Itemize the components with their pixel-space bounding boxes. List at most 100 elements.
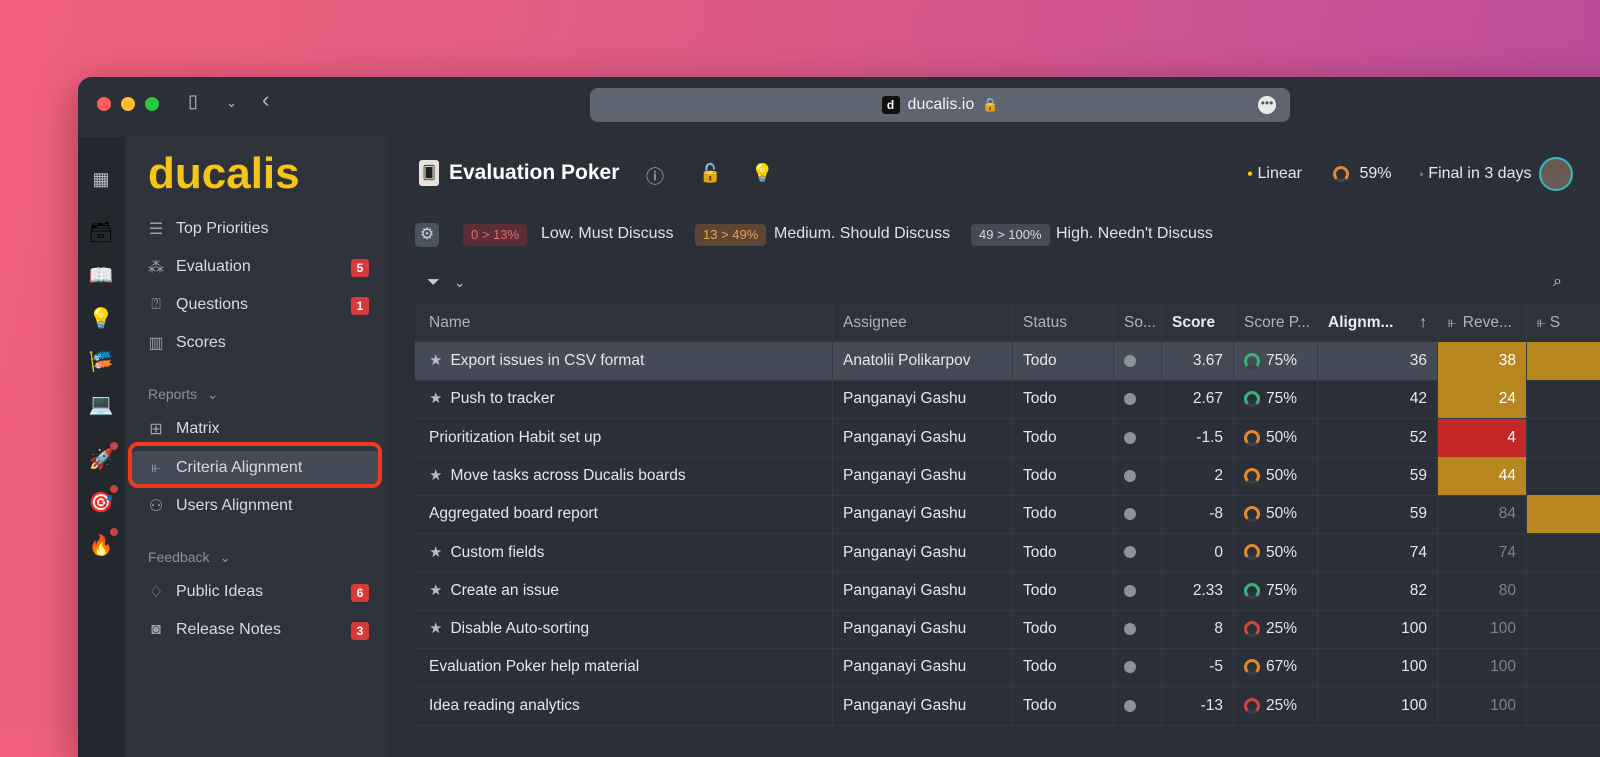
sidebar-toggle-icon[interactable]: ▯: [188, 91, 198, 112]
name-cell[interactable]: ★ Export issues in CSV format: [415, 342, 833, 380]
status-cell[interactable]: Todo: [1013, 571, 1114, 610]
revenue-cell[interactable]: 100: [1438, 686, 1527, 725]
close-window-button[interactable]: [97, 97, 111, 111]
column-header-status[interactable]: Status: [1013, 304, 1114, 342]
name-cell[interactable]: Evaluation Poker help material: [415, 648, 833, 687]
table-row[interactable]: Evaluation Poker help material Panganayi …: [415, 648, 1600, 688]
table-row[interactable]: Prioritization Habit set up Panganayi Gas…: [415, 418, 1600, 458]
name-cell[interactable]: Idea reading analytics: [415, 686, 833, 725]
assignee-cell[interactable]: Panganayi Gashu: [833, 571, 1013, 610]
grid-icon[interactable]: ▦: [86, 164, 116, 194]
assignee-cell[interactable]: Panganayi Gashu: [833, 418, 1013, 457]
sidebar-item-users-alignment[interactable]: ⚇ Users Alignment: [125, 489, 387, 523]
table-row[interactable]: Aggregated board report Panganayi Gashu To…: [415, 495, 1600, 535]
assignee-cell[interactable]: Panganayi Gashu: [833, 495, 1013, 534]
status-cell[interactable]: Todo: [1013, 342, 1114, 380]
assignee-cell[interactable]: Panganayi Gashu: [833, 380, 1013, 419]
revenue-cell[interactable]: 44: [1438, 456, 1527, 495]
name-cell[interactable]: Prioritization Habit set up: [415, 418, 833, 457]
extra-criteria-cell[interactable]: [1527, 534, 1600, 572]
filter-button[interactable]: ⏷ ⌄: [427, 274, 465, 292]
flag-board-icon[interactable]: 🎏: [86, 346, 116, 376]
gear-icon[interactable]: ⚙: [415, 223, 439, 247]
address-bar[interactable]: d ducalis.io 🔒 •••: [590, 88, 1290, 122]
table-row[interactable]: ★ Push to tracker Panganayi Gashu Todo 2.67 7…: [415, 380, 1600, 420]
book-icon[interactable]: 📖: [86, 260, 116, 290]
extra-criteria-cell[interactable]: [1527, 457, 1600, 495]
fire-icon[interactable]: 🔥: [86, 528, 118, 560]
chevron-down-icon[interactable]: ⌄: [226, 95, 237, 111]
maximize-window-button[interactable]: [145, 97, 159, 111]
revenue-cell[interactable]: 80: [1438, 571, 1527, 610]
name-cell[interactable]: Aggregated board report: [415, 495, 833, 534]
revenue-cell[interactable]: 24: [1438, 380, 1527, 419]
extra-criteria-cell[interactable]: [1527, 495, 1600, 534]
lightbulb-icon[interactable]: 💡: [751, 163, 773, 184]
sidebar-item-evaluation[interactable]: ⁂ Evaluation 5: [125, 250, 387, 284]
revenue-cell[interactable]: 38: [1438, 342, 1527, 380]
star-icon[interactable]: ★: [429, 352, 442, 369]
name-cell[interactable]: ★ Move tasks across Ducalis boards: [415, 456, 833, 495]
star-icon[interactable]: ★: [429, 390, 442, 407]
table-row[interactable]: ★ Export issues in CSV format Anatolii Pol…: [415, 342, 1600, 381]
sidebar-item-matrix[interactable]: ⊞ Matrix: [125, 412, 387, 446]
back-icon[interactable]: ‹: [262, 87, 269, 113]
star-icon[interactable]: ★: [429, 544, 442, 561]
revenue-cell[interactable]: 74: [1438, 533, 1527, 572]
table-row[interactable]: ★ Disable Auto-sorting Panganayi Gashu Todo…: [415, 610, 1600, 650]
name-cell[interactable]: ★ Create an issue: [415, 571, 833, 610]
revenue-cell[interactable]: 84: [1438, 495, 1527, 534]
revenue-cell[interactable]: 100: [1438, 610, 1527, 649]
table-row[interactable]: ★ Move tasks across Ducalis boards Pangana…: [415, 456, 1600, 496]
column-header-score[interactable]: Score: [1162, 304, 1234, 342]
rocket-icon[interactable]: 🚀: [86, 442, 118, 474]
feedback-section-toggle[interactable]: Feedback ⌄: [148, 549, 231, 566]
table-row[interactable]: ★ Create an issue Panganayi Gashu Todo 2.33 7…: [415, 571, 1600, 611]
sidebar-item-public-ideas[interactable]: ♢ Public Ideas 6: [125, 575, 387, 609]
assignee-cell[interactable]: Panganayi Gashu: [833, 648, 1013, 687]
assignee-cell[interactable]: Anatolii Polikarpov: [833, 342, 1013, 380]
reports-section-toggle[interactable]: Reports ⌄: [148, 386, 219, 403]
sidebar-item-questions[interactable]: ⍰ Questions 1: [125, 288, 387, 322]
bulb-board-icon[interactable]: 💡: [86, 303, 116, 333]
search-icon[interactable]: ⌕: [1553, 273, 1562, 291]
status-cell[interactable]: Todo: [1013, 456, 1114, 495]
column-header-source[interactable]: So...: [1114, 304, 1162, 342]
column-header-assignee[interactable]: Assignee: [833, 304, 1013, 342]
minimize-window-button[interactable]: [121, 97, 135, 111]
extra-criteria-cell[interactable]: [1527, 687, 1600, 725]
revenue-cell[interactable]: 100: [1438, 648, 1527, 687]
sidebar-item-release-notes[interactable]: ◙ Release Notes 3: [125, 613, 387, 647]
column-header-name[interactable]: Name: [415, 304, 833, 342]
star-icon[interactable]: ★: [429, 467, 442, 484]
name-cell[interactable]: ★ Custom fields: [415, 533, 833, 572]
sidebar-item-top-priorities[interactable]: ☰ Top Priorities: [125, 212, 387, 246]
extra-criteria-cell[interactable]: [1527, 380, 1600, 418]
assignee-cell[interactable]: Panganayi Gashu: [833, 533, 1013, 572]
assignee-cell[interactable]: Panganayi Gashu: [833, 686, 1013, 725]
table-row[interactable]: Idea reading analytics Panganayi Gashu Tod…: [415, 686, 1600, 726]
star-icon[interactable]: ★: [429, 582, 442, 599]
target-icon[interactable]: 🎯: [86, 485, 118, 517]
extra-criteria-cell[interactable]: [1527, 648, 1600, 686]
assignee-cell[interactable]: Panganayi Gashu: [833, 610, 1013, 649]
extra-criteria-cell[interactable]: [1527, 572, 1600, 610]
avatar[interactable]: [1539, 157, 1573, 191]
integration-link[interactable]: ● Linear: [1247, 165, 1302, 183]
status-cell[interactable]: Todo: [1013, 686, 1114, 725]
star-icon[interactable]: ★: [429, 620, 442, 637]
board-icon[interactable]: 🗃: [86, 217, 116, 247]
extra-criteria-cell[interactable]: [1527, 342, 1600, 380]
extra-criteria-cell[interactable]: [1527, 610, 1600, 648]
unlock-icon[interactable]: 🔓: [699, 163, 721, 184]
status-cell[interactable]: Todo: [1013, 533, 1114, 572]
column-header-alignment[interactable]: Alignm... ↑: [1318, 304, 1438, 342]
status-cell[interactable]: Todo: [1013, 380, 1114, 419]
assignee-cell[interactable]: Panganayi Gashu: [833, 456, 1013, 495]
column-header-revenue[interactable]: ⫦ Reve...: [1438, 304, 1527, 342]
column-header-score-percent[interactable]: Score P...: [1234, 304, 1318, 342]
more-icon[interactable]: •••: [1258, 96, 1276, 114]
name-cell[interactable]: ★ Disable Auto-sorting: [415, 610, 833, 649]
status-cell[interactable]: Todo: [1013, 610, 1114, 649]
name-cell[interactable]: ★ Push to tracker: [415, 380, 833, 419]
